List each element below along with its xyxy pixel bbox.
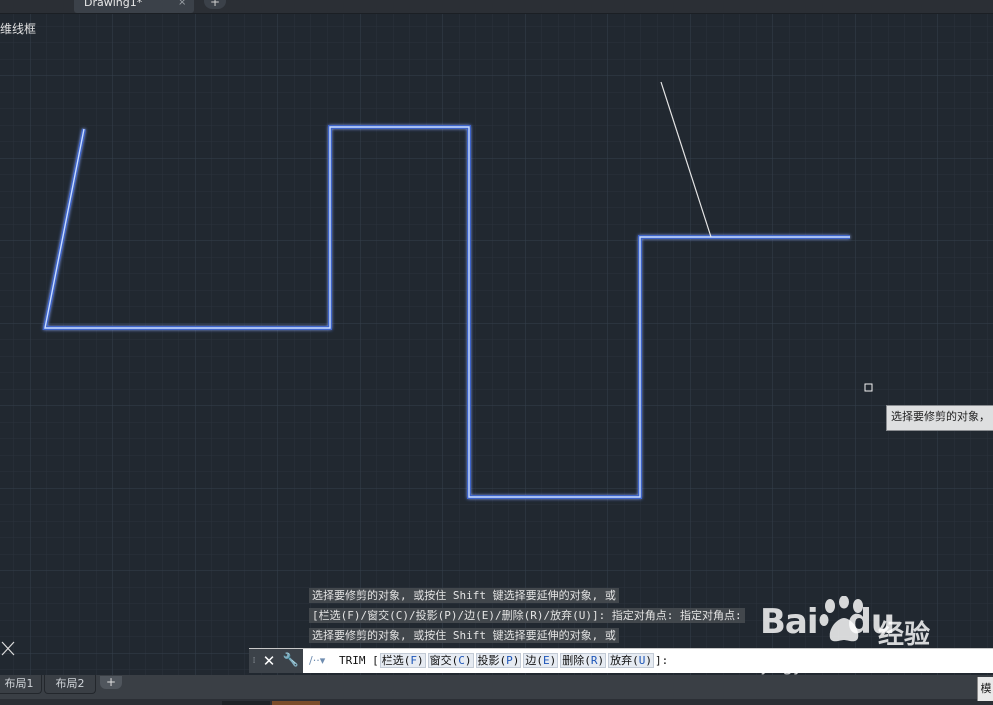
wrench-icon[interactable]: 🔧 [279, 649, 303, 673]
tab-layout2[interactable]: 布局2 [44, 675, 96, 694]
jingyan-url: jingyan.baidu.com [762, 656, 919, 676]
close-icon[interactable]: ✕ [259, 649, 279, 673]
viewport-visual-style-label[interactable]: 维线框 [0, 22, 36, 36]
autocad-window: Drawing1* × + 维线框 选择要修剪的对象， 选择要修剪的对象, 或按… [0, 0, 993, 705]
document-tab-bar: Drawing1* × + [0, 0, 993, 14]
option-bracket-open: [ [372, 654, 379, 667]
option-bracket-close: ]: [655, 654, 669, 667]
command-history-line: [栏选(F)/窗交(C)/投影(P)/边(E)/删除(R)/放弃(U)]: 指定… [309, 608, 745, 623]
option-erase[interactable]: 删除(R) [560, 653, 607, 668]
command-history-line: 选择要修剪的对象, 或按住 Shift 键选择要延伸的对象, 或 [309, 588, 619, 603]
add-layout-button[interactable]: + [100, 676, 122, 689]
jingyan-text: 经验 [878, 620, 931, 650]
drawing-canvas[interactable] [0, 14, 993, 675]
option-edge[interactable]: 边(E) [523, 653, 559, 668]
status-bar-segment [222, 701, 270, 705]
command-history-line: 选择要修剪的对象, 或按住 Shift 键选择要延伸的对象, 或 [309, 628, 619, 643]
document-tab-title: Drawing1* [84, 0, 143, 9]
new-tab-button[interactable]: + [204, 0, 226, 9]
drawing-svg[interactable] [0, 14, 993, 675]
cursor-tooltip: 选择要修剪的对象， [886, 405, 993, 431]
command-name: TRIM [339, 654, 366, 667]
option-project[interactable]: 投影(P) [475, 653, 522, 668]
command-prompt-icon[interactable]: /··▾ [309, 649, 335, 673]
document-tab[interactable]: Drawing1* × [74, 0, 194, 13]
option-fence[interactable]: 栏选(F) [379, 653, 426, 668]
baidu-jingyan-watermark: Bai du 经验 jingyan.baidu.com [760, 596, 990, 682]
option-undo[interactable]: 放弃(U) [608, 653, 654, 668]
status-bar-segment [272, 701, 320, 705]
grid [0, 14, 993, 675]
paw-icon [819, 596, 863, 642]
close-tab-icon[interactable]: × [178, 0, 186, 9]
grip-handle-icon[interactable]: ⁞ [249, 649, 259, 673]
command-input[interactable]: TRIM [栏选(F) 窗交(C) 投影(P) 边(E) 删除(R) 放弃(U)]: [339, 649, 668, 673]
status-bar [0, 699, 993, 705]
option-crossing[interactable]: 窗交(C) [427, 653, 474, 668]
tab-layout1[interactable]: 布局1 [0, 675, 42, 694]
